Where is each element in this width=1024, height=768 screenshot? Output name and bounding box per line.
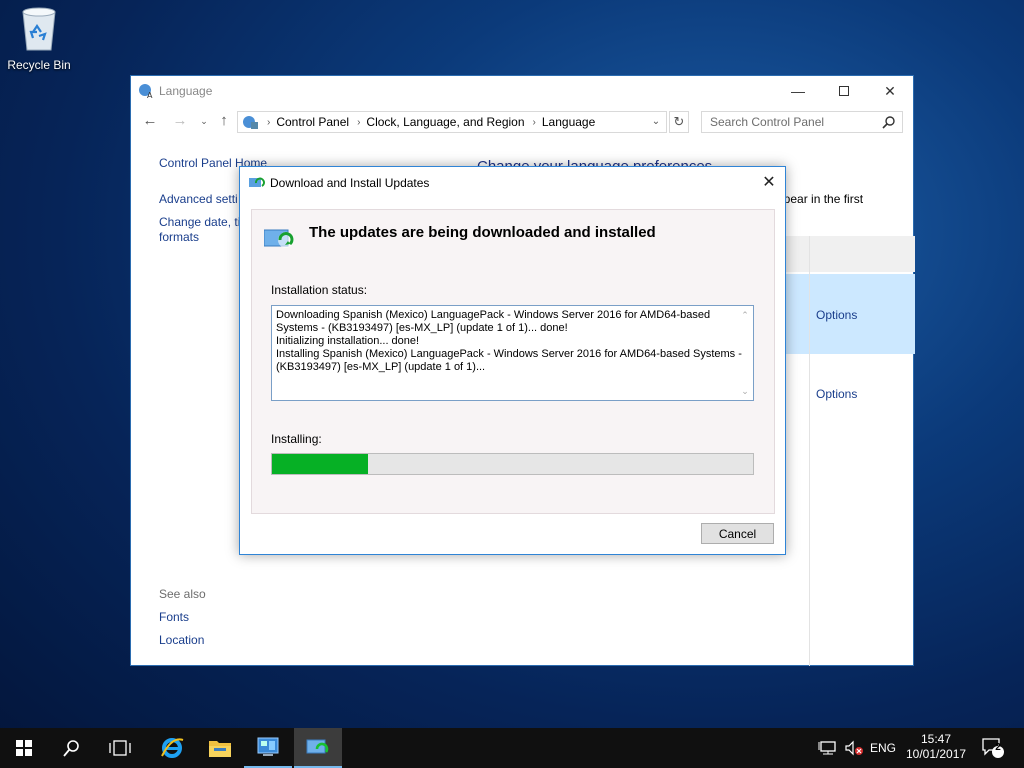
breadcrumb-control-panel[interactable]: Control Panel xyxy=(276,115,349,129)
status-line: Systems - (KB3193497) [es-MX_LP] (update… xyxy=(276,322,568,334)
folder-icon xyxy=(209,741,231,757)
search-icon xyxy=(63,740,79,757)
fonts-link[interactable]: Fonts xyxy=(159,610,189,624)
svg-text:A: A xyxy=(147,91,153,99)
task-view-icon xyxy=(109,740,131,756)
control-panel-icon xyxy=(257,737,279,756)
action-center-button[interactable]: 2 xyxy=(982,728,1006,768)
installation-status-label: Installation status: xyxy=(271,283,368,297)
internet-explorer-icon xyxy=(161,738,184,758)
dialog-content-panel: The updates are being downloaded and ins… xyxy=(251,209,775,514)
language-icon: A xyxy=(138,83,154,100)
update-progress-icon xyxy=(263,226,298,250)
advanced-settings-link[interactable]: Advanced setti xyxy=(159,192,238,206)
scroll-down-icon[interactable]: ⌄ xyxy=(740,386,750,396)
network-icon[interactable] xyxy=(818,728,838,768)
breadcrumb-separator-icon: › xyxy=(532,116,536,128)
recycle-bin-label: Recycle Bin xyxy=(7,58,71,72)
windows-logo-icon xyxy=(16,740,32,756)
installation-status-log[interactable]: Downloading Spanish (Mexico) LanguagePac… xyxy=(271,305,754,401)
window-title: Language xyxy=(159,84,213,98)
refresh-icon[interactable]: ↻ xyxy=(669,111,689,133)
taskbar: ENG 15:47 10/01/2017 2 xyxy=(0,728,1024,768)
search-icon[interactable] xyxy=(882,115,896,129)
options-link-2[interactable]: Options xyxy=(816,387,857,401)
back-arrow-icon[interactable]: ← xyxy=(141,112,159,130)
search-input[interactable] xyxy=(710,112,880,132)
notification-count: 2 xyxy=(995,742,1001,753)
dialog-titlebar[interactable]: Download and Install Updates ✕ xyxy=(240,167,785,198)
clock-date: 10/01/2017 xyxy=(906,747,967,761)
internet-explorer-button[interactable] xyxy=(148,728,196,768)
recycle-bin-icon xyxy=(19,6,59,52)
progress-bar-fill xyxy=(272,454,369,474)
windows-update-taskbar-button[interactable] xyxy=(294,728,342,768)
system-clock[interactable]: 15:47 10/01/2017 xyxy=(906,732,966,762)
dialog-heading: The updates are being downloaded and ins… xyxy=(309,224,656,241)
window-titlebar[interactable]: A Language — ✕ xyxy=(131,76,913,106)
close-button[interactable]: ✕ xyxy=(867,76,913,106)
location-link[interactable]: Location xyxy=(159,633,204,647)
breadcrumb-clock-language-region[interactable]: Clock, Language, and Region xyxy=(366,115,524,129)
breadcrumb-separator-icon: › xyxy=(357,116,361,128)
change-date-link-line2[interactable]: formats xyxy=(159,230,199,244)
status-line: (KB3193497) [es-MX_LP] (update 1 of 1)..… xyxy=(276,361,486,373)
dialog-title: Download and Install Updates xyxy=(270,176,430,190)
installation-progress-bar xyxy=(271,453,754,475)
windows-update-icon xyxy=(249,176,265,190)
input-language-indicator[interactable]: ENG xyxy=(870,741,896,755)
recent-pages-chevron-icon[interactable]: ⌄ xyxy=(195,112,213,130)
minimize-button[interactable]: — xyxy=(775,76,821,106)
breadcrumb-separator-icon: › xyxy=(267,116,271,128)
up-arrow-icon[interactable]: ↑ xyxy=(215,112,233,130)
status-line: Initializing installation... done! xyxy=(276,335,420,347)
search-taskbar-button[interactable] xyxy=(48,728,96,768)
cancel-button[interactable]: Cancel xyxy=(701,523,774,544)
control-panel-icon xyxy=(241,114,259,130)
recycle-bin-shortcut[interactable]: Recycle Bin xyxy=(4,6,74,72)
search-box[interactable] xyxy=(701,111,903,133)
control-panel-taskbar-button[interactable] xyxy=(244,728,292,768)
installing-label: Installing: xyxy=(271,432,322,446)
forward-arrow-icon[interactable]: → xyxy=(171,112,189,130)
status-line: Downloading Spanish (Mexico) LanguagePac… xyxy=(276,309,711,321)
download-install-updates-dialog: Download and Install Updates ✕ The updat… xyxy=(239,166,786,555)
windows-update-icon xyxy=(306,739,329,754)
see-also-header: See also xyxy=(159,587,206,601)
options-link-1[interactable]: Options xyxy=(816,308,857,322)
page-description: ppear in the first xyxy=(777,192,864,206)
file-explorer-button[interactable] xyxy=(196,728,244,768)
maximize-button[interactable] xyxy=(821,76,867,106)
clock-time: 15:47 xyxy=(920,732,952,746)
scroll-up-icon[interactable]: ⌃ xyxy=(740,310,750,320)
address-dropdown-icon[interactable]: ⌄ xyxy=(646,112,666,132)
column-divider xyxy=(809,236,810,666)
dialog-close-button[interactable]: ✕ xyxy=(753,167,785,198)
start-button[interactable] xyxy=(0,728,48,768)
change-date-link[interactable]: Change date, ti xyxy=(159,215,240,229)
volume-muted-icon[interactable] xyxy=(844,728,864,768)
task-view-button[interactable] xyxy=(96,728,144,768)
navigation-bar: ← → ⌄ ↑ › Control Panel › Clock, Languag… xyxy=(131,108,913,136)
status-line: Installing Spanish (Mexico) LanguagePack… xyxy=(276,348,742,360)
address-bar[interactable]: › Control Panel › Clock, Language, and R… xyxy=(237,111,667,133)
breadcrumb-language[interactable]: Language xyxy=(542,115,595,129)
